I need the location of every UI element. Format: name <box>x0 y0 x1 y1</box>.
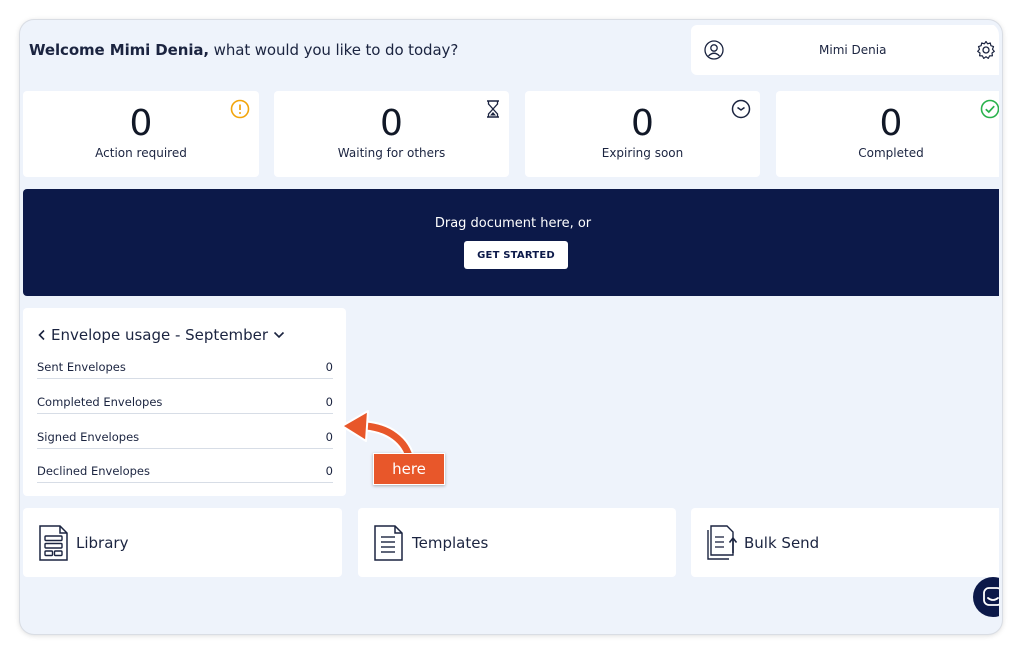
welcome-question: what would you like to do today? <box>208 41 459 59</box>
dashboard: Welcome Mimi Denia, what would you like … <box>23 23 999 631</box>
stat-value: 0 <box>631 103 654 144</box>
user-name[interactable]: Mimi Denia <box>819 43 886 57</box>
get-started-button[interactable]: GET STARTED <box>464 241 568 269</box>
usage-row-declined: Declined Envelopes 0 <box>37 452 333 483</box>
bulk-send-label: Bulk Send <box>744 534 820 552</box>
dropzone-text: Drag document here, or <box>434 216 592 231</box>
gear-icon[interactable] <box>976 40 996 60</box>
clock-icon <box>731 99 751 119</box>
envelope-usage-header[interactable]: Envelope usage - September <box>37 326 285 344</box>
usage-row-completed: Completed Envelopes 0 <box>37 383 333 414</box>
stat-card-expiring-soon[interactable]: 0 Expiring soon <box>525 91 760 177</box>
templates-label: Templates <box>412 534 489 552</box>
annotation-callout: here <box>373 453 445 485</box>
usage-row-value: 0 <box>325 464 333 478</box>
chevron-left-icon[interactable] <box>37 329 47 341</box>
check-circle-icon <box>980 99 999 119</box>
usage-row-label: Sent Envelopes <box>37 360 126 374</box>
stat-label: Waiting for others <box>337 146 446 160</box>
usage-row-value: 0 <box>325 360 333 374</box>
bulk-send-icon <box>707 525 738 560</box>
stat-label: Completed <box>858 146 924 160</box>
usage-row-label: Signed Envelopes <box>37 430 140 444</box>
usage-row-signed: Signed Envelopes 0 <box>37 418 333 449</box>
welcome-message: Welcome Mimi Denia, what would you like … <box>29 41 458 59</box>
usage-row-label: Declined Envelopes <box>37 464 150 478</box>
bulk-send-tile[interactable]: Bulk Send <box>691 508 999 577</box>
library-label: Library <box>76 534 129 552</box>
stat-label: Expiring soon <box>601 146 684 160</box>
user-panel[interactable]: Mimi Denia <box>691 25 999 75</box>
user-avatar-icon[interactable] <box>704 40 724 60</box>
chat-icon <box>983 587 999 606</box>
stat-label: Action required <box>95 146 187 160</box>
chevron-down-icon[interactable] <box>273 330 285 340</box>
library-icon <box>39 525 68 561</box>
stat-value: 0 <box>879 103 903 144</box>
stat-value: 0 <box>129 103 153 144</box>
alert-circle-icon <box>230 99 250 119</box>
envelope-usage-title: Envelope usage - September <box>51 326 269 344</box>
usage-row-value: 0 <box>325 395 333 409</box>
usage-row-value: 0 <box>325 430 333 444</box>
envelope-usage-panel: Envelope usage - September Sent Envelope… <box>23 308 346 496</box>
library-tile[interactable]: Library <box>23 508 342 577</box>
hourglass-icon <box>487 100 499 118</box>
stat-card-waiting-for-others[interactable]: 0 Waiting for others <box>274 91 509 177</box>
templates-icon <box>374 525 403 561</box>
stat-value: 0 <box>380 103 403 144</box>
stat-card-action-required[interactable]: 0 Action required <box>23 91 259 177</box>
chat-launcher-button[interactable] <box>973 577 999 617</box>
welcome-name: Welcome Mimi Denia, <box>29 41 209 59</box>
templates-tile[interactable]: Templates <box>358 508 676 577</box>
upload-dropzone[interactable]: Drag document here, or GET STARTED <box>23 189 999 296</box>
usage-row-sent: Sent Envelopes 0 <box>37 348 333 379</box>
stat-card-completed[interactable]: 0 Completed <box>776 91 999 177</box>
usage-row-label: Completed Envelopes <box>37 395 163 409</box>
app-window: Welcome Mimi Denia, what would you like … <box>20 20 1002 634</box>
